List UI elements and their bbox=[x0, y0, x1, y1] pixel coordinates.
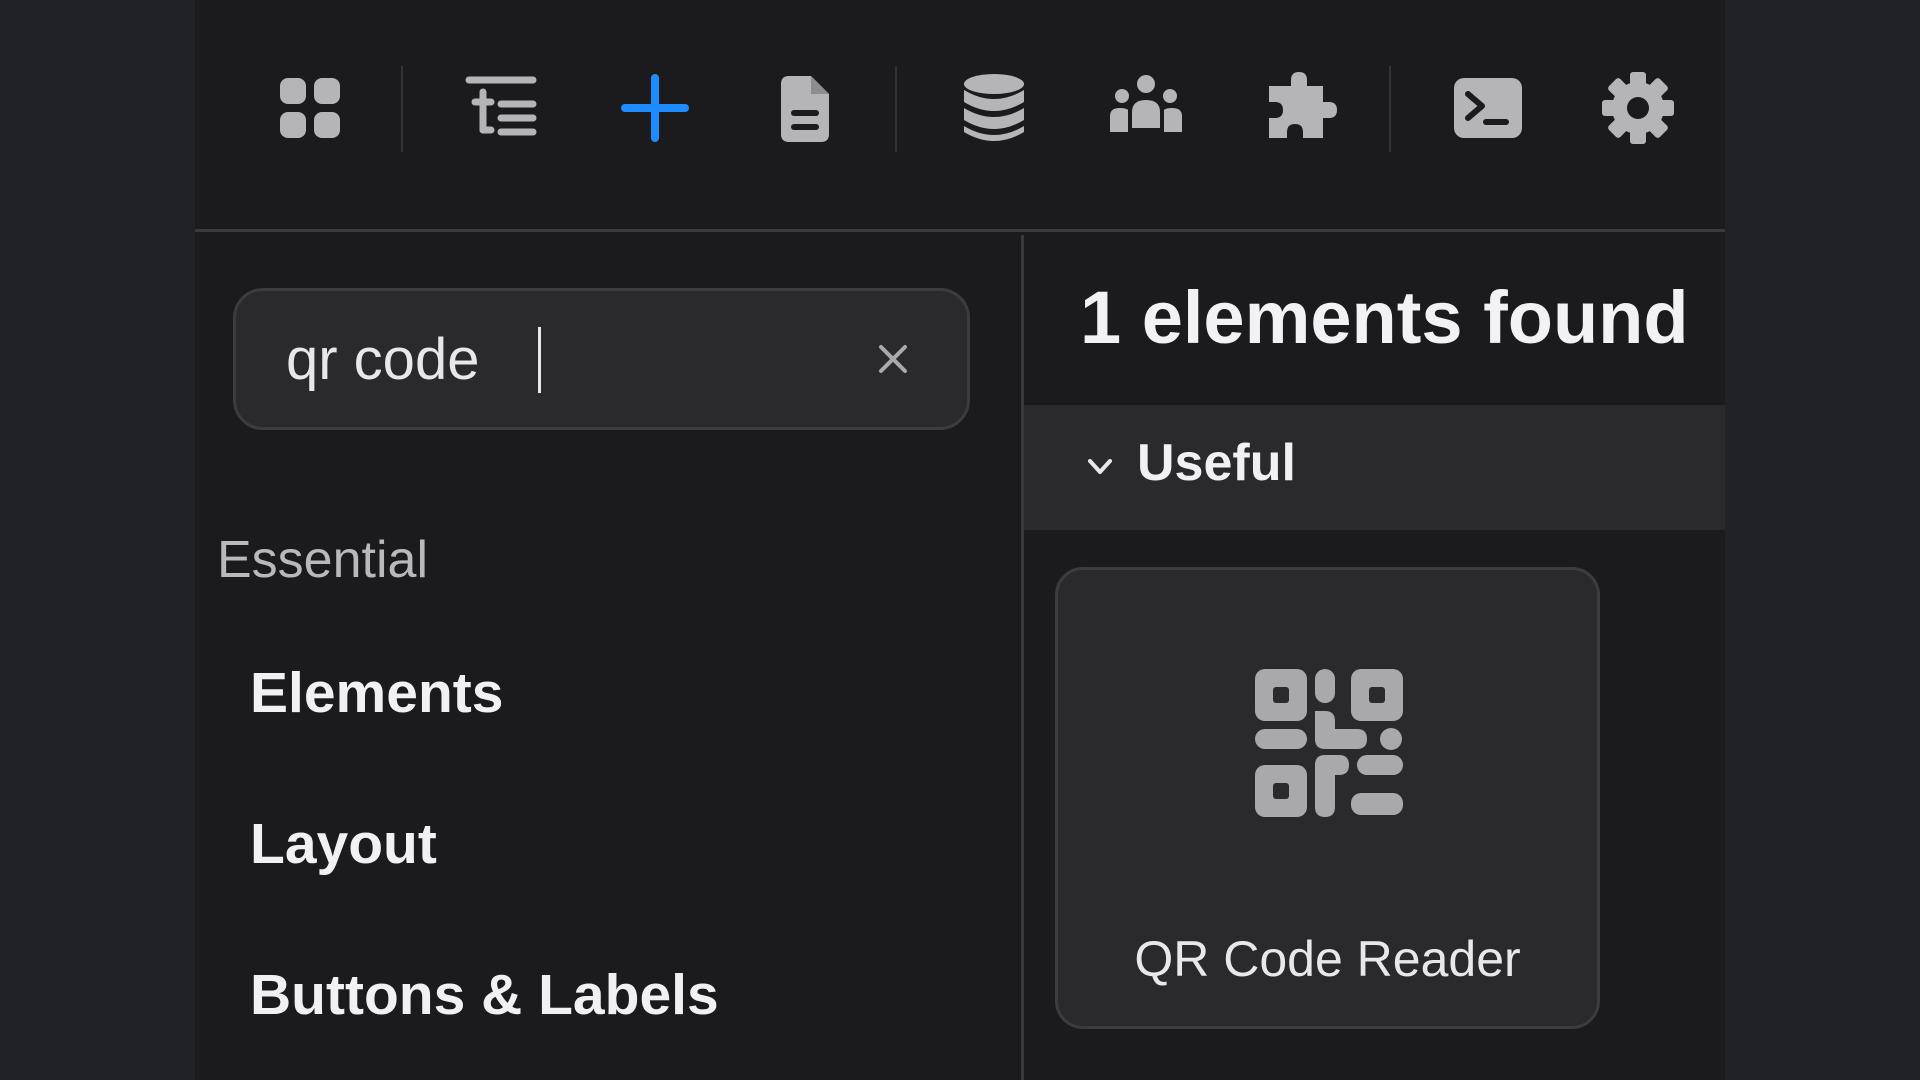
qr-code-icon bbox=[1255, 669, 1403, 817]
outline-tree-icon[interactable] bbox=[463, 70, 539, 146]
group-label: Useful bbox=[1137, 434, 1296, 492]
database-icon[interactable] bbox=[956, 70, 1032, 146]
plus-icon[interactable] bbox=[617, 70, 693, 146]
sidebar-item-elements[interactable]: Elements bbox=[250, 660, 503, 726]
toolbar-separator bbox=[1389, 66, 1391, 152]
apps-grid-icon[interactable] bbox=[272, 70, 348, 146]
app-window: Essential Elements Layout Buttons & Labe… bbox=[195, 0, 1725, 1080]
clear-search-button[interactable] bbox=[869, 335, 917, 383]
results-panel: 1 elements found Useful QR Code Reader bbox=[1024, 235, 1725, 1080]
element-card-qr-code-reader[interactable]: QR Code Reader bbox=[1055, 567, 1600, 1029]
card-label: QR Code Reader bbox=[1134, 931, 1521, 987]
users-icon[interactable] bbox=[1108, 70, 1184, 146]
toolbar-separator bbox=[895, 66, 897, 152]
toolbar bbox=[195, 0, 1725, 232]
section-label-essential: Essential bbox=[217, 531, 428, 589]
sidebar-item-buttons-labels[interactable]: Buttons & Labels bbox=[250, 962, 719, 1028]
chevron-down-icon bbox=[1088, 459, 1112, 474]
group-header-useful[interactable]: Useful bbox=[1024, 405, 1725, 530]
gear-icon[interactable] bbox=[1600, 70, 1676, 146]
search-box[interactable] bbox=[233, 288, 970, 430]
results-count: 1 elements found bbox=[1080, 276, 1689, 359]
left-panel: Essential Elements Layout Buttons & Labe… bbox=[195, 235, 1023, 1080]
text-caret bbox=[538, 327, 541, 393]
search-input[interactable] bbox=[286, 291, 846, 427]
document-icon[interactable] bbox=[767, 70, 843, 146]
puzzle-icon[interactable] bbox=[1261, 70, 1337, 146]
close-icon bbox=[879, 345, 907, 373]
sidebar-item-layout[interactable]: Layout bbox=[250, 811, 437, 877]
terminal-icon[interactable] bbox=[1450, 70, 1526, 146]
toolbar-separator bbox=[401, 66, 403, 152]
